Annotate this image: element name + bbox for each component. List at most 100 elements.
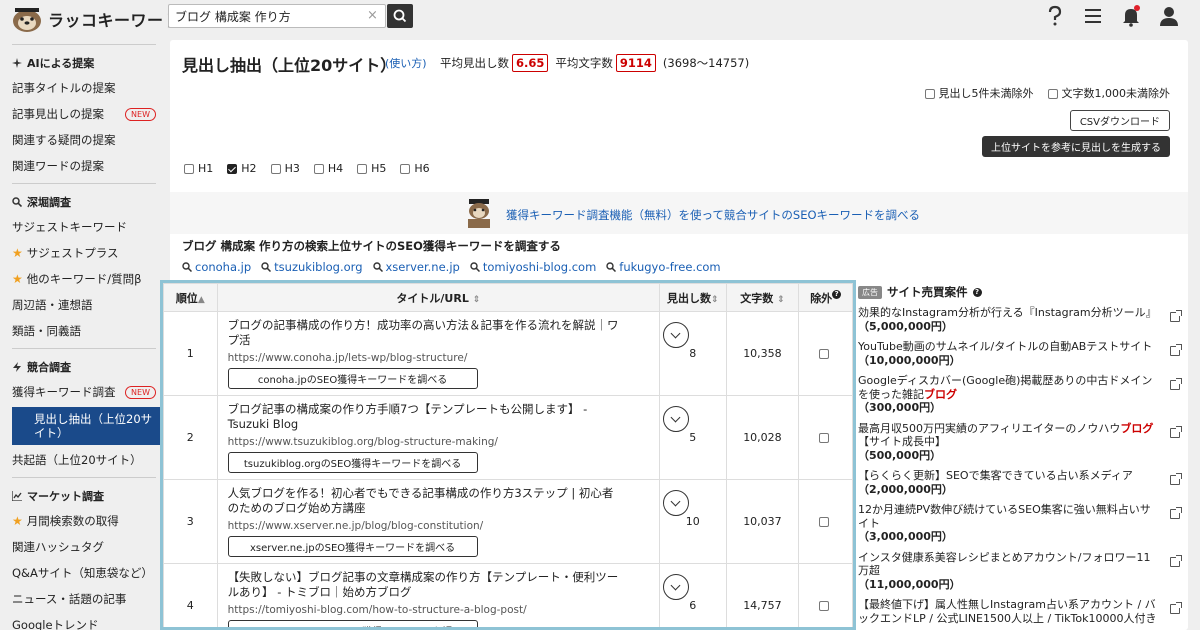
title-cell: ブログの記事構成の作り方！成功率の高い方法＆記事を作る流れを解説｜ワプ活 htt… xyxy=(216,311,690,396)
divider xyxy=(12,183,156,184)
clear-icon[interactable]: × xyxy=(367,8,378,23)
help-icon[interactable]: ? xyxy=(832,289,842,299)
sidebar-item-word-suggest[interactable]: 関連ワードの提案 xyxy=(0,153,168,179)
avg-heading-label: 平均見出し数 xyxy=(440,56,509,70)
page-title-link[interactable]: ブログの記事構成の作り方！成功率の高い方法＆記事を作る流れを解説｜ワプ活 xyxy=(228,318,620,348)
page-url[interactable]: https://www.tsuzukiblog.org/blog-structu… xyxy=(228,436,650,448)
kw-links: conoha.jp tsuzukiblog.org xserver.ne.jp … xyxy=(182,260,721,274)
external-link-icon[interactable] xyxy=(1170,602,1182,614)
sidebar-item-related-words[interactable]: 周辺語・連想語 xyxy=(0,292,168,318)
h6-checkbox[interactable]: H6 xyxy=(400,162,430,175)
sidebar-item-heading-suggest[interactable]: 記事見出しの提案 NEW xyxy=(0,101,168,127)
seo-keyword-button[interactable]: tsuzukiblog.orgのSEO獲得キーワードを調べる xyxy=(227,452,478,473)
external-link-icon[interactable] xyxy=(1170,425,1182,438)
user-icon[interactable] xyxy=(1158,4,1180,28)
ad-item[interactable]: 【最終値下げ】属人性無しInstagram占い系アカウント / バックエンドLP… xyxy=(858,598,1184,625)
search-button[interactable] xyxy=(387,4,413,28)
chevron-down-icon[interactable] xyxy=(663,406,690,432)
chart-icon xyxy=(12,491,22,501)
logo[interactable]: ラッコキーワード xyxy=(10,4,180,34)
menu-icon[interactable] xyxy=(1082,4,1104,28)
acquired-keyword-promo-link[interactable]: 獲得キーワード調査機能（無料）を使って競合サイトのSEOキーワードを調べる xyxy=(506,207,920,223)
ad-item[interactable]: YouTube動画のサムネイル/タイトルの自動ABテストサイト （10,000,0… xyxy=(858,340,1184,367)
external-link-icon[interactable] xyxy=(1170,473,1182,485)
seo-keyword-button[interactable]: tomiyoshi-blog.comのSEO獲得キーワードを調べる xyxy=(227,620,478,627)
exclude-checkbox[interactable] xyxy=(798,479,853,564)
otter-logo-icon xyxy=(13,8,41,32)
search-input[interactable] xyxy=(169,5,359,27)
chevron-down-icon[interactable] xyxy=(663,490,690,516)
ad-item[interactable]: 効果的なInstagram分析が行える『Instagram分析ツール』 （5,00… xyxy=(858,306,1184,333)
exclude-checkbox[interactable] xyxy=(798,395,853,480)
kw-link[interactable]: conoha.jp xyxy=(182,260,251,274)
otter-mascot-icon xyxy=(468,199,490,228)
sidebar-item-qa-site[interactable]: Q&Aサイト（知恵袋など） xyxy=(0,560,168,586)
external-link-icon[interactable] xyxy=(1170,554,1182,567)
external-link-icon[interactable] xyxy=(1170,310,1182,322)
page-title-link[interactable]: ブログ記事の構成案の作り方手順7つ【テンプレートも公開します】 - Tsuzuk… xyxy=(228,402,620,432)
title-cell: 【失敗しない】ブログ記事の文章構成案の作り方【テンプレート・便利ツールあり】 -… xyxy=(216,563,690,627)
kw-link[interactable]: tomiyoshi-blog.com xyxy=(470,260,596,274)
kw-link[interactable]: fukugyo-free.com xyxy=(606,260,721,274)
generate-headings-button[interactable]: 上位サイトを参考に見出しを生成する xyxy=(982,136,1170,157)
sidebar-item-cooccurrence[interactable]: 共起語（上位20サイト） xyxy=(0,447,168,473)
sidebar-item-google-trends[interactable]: Googleトレンド xyxy=(0,612,168,630)
chevron-down-icon[interactable] xyxy=(663,574,690,600)
bell-icon[interactable] xyxy=(1120,4,1142,28)
sidebar-item-hashtag[interactable]: 関連ハッシュタグ xyxy=(0,534,168,560)
csv-download-button[interactable]: CSVダウンロード xyxy=(1069,110,1170,131)
results-table-container: 順位▲ タイトル/URL ⇕ 見出し数⇕ 文字数 ⇕ 除外? 1 ブログの記事構… xyxy=(160,280,856,630)
sidebar-item-suggest-plus[interactable]: ★ サジェストプラス xyxy=(0,240,168,266)
col-headings[interactable]: 見出し数⇕ xyxy=(659,283,727,312)
sidebar-item-news[interactable]: ニュース・話題の記事 xyxy=(0,586,168,612)
page-title-link[interactable]: 人気ブログを作る！初心者でもできる記事構成の作り方3ステップ | 初心者のための… xyxy=(228,486,620,516)
col-chars[interactable]: 文字数 ⇕ xyxy=(725,283,800,312)
sidebar-item-suggest-keyword[interactable]: サジェストキーワード xyxy=(0,214,168,240)
sidebar-item-title-suggest[interactable]: 記事タイトルの提案 xyxy=(0,75,168,101)
sidebar-item-acquired-keyword[interactable]: 獲得キーワード調査 NEW xyxy=(0,379,168,405)
sidebar-item-monthly-search[interactable]: ★ 月間検索数の取得 xyxy=(0,508,168,534)
search-box[interactable]: × xyxy=(168,4,386,28)
h3-checkbox[interactable]: H3 xyxy=(270,162,300,175)
exclude-checkbox[interactable] xyxy=(798,311,853,396)
page-url[interactable]: https://tomiyoshi-blog.com/how-to-struct… xyxy=(228,604,650,616)
exclude-few-chars-checkbox[interactable]: 文字数1,000未満除外 xyxy=(1047,85,1170,101)
h2-checkbox[interactable]: H2 xyxy=(227,162,257,175)
external-link-icon[interactable] xyxy=(1170,378,1182,390)
title-cell: 人気ブログを作る！初心者でもできる記事構成の作り方3ステップ | 初心者のための… xyxy=(216,479,690,564)
page-url[interactable]: https://www.conoha.jp/lets-wp/blog-struc… xyxy=(228,352,650,364)
search-icon xyxy=(182,262,192,272)
ad-item[interactable]: 【らくらく更新】SEOで集客できている占い系メディア （2,000,000円） xyxy=(858,469,1184,496)
exclude-checkbox[interactable] xyxy=(798,563,853,627)
h4-checkbox[interactable]: H4 xyxy=(313,162,343,175)
sort-asc-icon: ▲ xyxy=(197,294,205,305)
external-link-icon[interactable] xyxy=(1170,507,1182,519)
help-icon[interactable] xyxy=(1044,4,1066,28)
ad-item[interactable]: インスタ健康系美容レシピまとめアカウント/フォロワー11万超 （11,000,00… xyxy=(858,551,1184,592)
sidebar-item-heading-extract[interactable]: 見出し抽出（上位20サイト） xyxy=(12,407,168,445)
page-title-link[interactable]: 【失敗しない】ブログ記事の文章構成案の作り方【テンプレート・便利ツールあり】 -… xyxy=(228,570,620,600)
col-rank[interactable]: 順位▲ xyxy=(163,283,218,312)
ad-item[interactable]: 最高月収500万円実績のアフィリエイターのノウハウブログ【サイト成長中】 （500… xyxy=(858,422,1184,463)
help-icon[interactable]: ? xyxy=(972,287,982,297)
page-url[interactable]: https://www.xserver.ne.jp/blog/blog-cons… xyxy=(228,520,650,532)
sidebar-section-ai: AIによる提案 xyxy=(0,49,168,75)
h5-checkbox[interactable]: H5 xyxy=(357,162,386,175)
seo-keyword-button[interactable]: conoha.jpのSEO獲得キーワードを調べる xyxy=(227,368,478,389)
ad-item[interactable]: Googleディスカバー(Google砲)掲載歴ありの中古ドメインを使った雑記ブ… xyxy=(858,374,1184,415)
h1-checkbox[interactable]: H1 xyxy=(184,162,213,175)
external-link-icon[interactable] xyxy=(1170,344,1182,356)
seo-keyword-button[interactable]: xserver.ne.jpのSEO獲得キーワードを調べる xyxy=(227,536,478,557)
col-title[interactable]: タイトル/URL ⇕ xyxy=(216,283,661,312)
chars-range: (3698〜14757) xyxy=(662,56,750,70)
kw-link[interactable]: tsuzukiblog.org xyxy=(261,260,363,274)
sidebar-item-other-keyword[interactable]: ★ 他のキーワード/質問β xyxy=(0,266,168,292)
chevron-down-icon[interactable] xyxy=(663,322,690,348)
ad-item[interactable]: 12か月連続PV数伸び続けているSEO集客に強い無料占いサイト （3,000,00… xyxy=(858,503,1184,544)
sidebar-section-market: マーケット調査 xyxy=(0,482,168,508)
howto-link[interactable]: (使い方) xyxy=(385,55,427,71)
sidebar-item-synonyms[interactable]: 類語・同義語 xyxy=(0,318,168,344)
kw-link[interactable]: xserver.ne.jp xyxy=(372,260,460,274)
sidebar-item-question-suggest[interactable]: 関連する疑問の提案 xyxy=(0,127,168,153)
exclude-few-headings-checkbox[interactable]: 見出し5件未満除外 xyxy=(924,85,1034,101)
